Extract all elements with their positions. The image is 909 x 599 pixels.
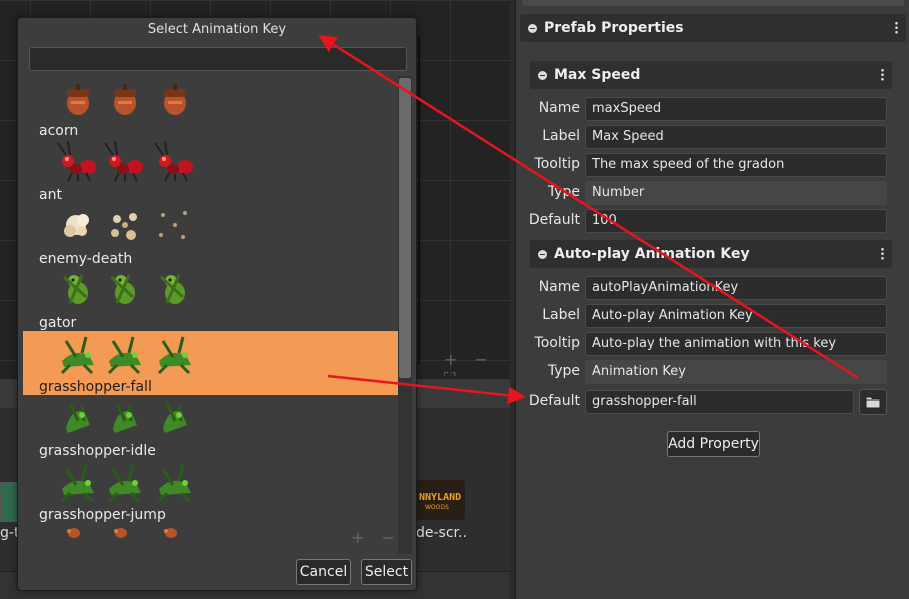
dialog-title: Select Animation Key [147, 22, 287, 37]
field-label: Default [528, 393, 580, 409]
field-label: Name [538, 279, 580, 295]
sprite-frame-icon [153, 331, 197, 375]
sprite-frame-icon [56, 76, 100, 119]
animation-list-item[interactable]: grasshopper-jump [23, 459, 398, 523]
sprite-frame-icon [103, 267, 147, 311]
tooltip-field[interactable]: The max speed of the gradon [585, 153, 887, 177]
sprite-frame-icon [56, 331, 100, 375]
autoplay-header[interactable]: Auto-play Animation Key [530, 240, 892, 268]
sprite-frame-icon [56, 139, 100, 183]
collapse-icon[interactable] [538, 70, 547, 80]
list-scrollbar[interactable] [398, 76, 412, 554]
sprite-frame-icon [56, 395, 100, 439]
section-title: Auto-play Animation Key [554, 246, 750, 262]
max-speed-type-row: Type Number [548, 181, 887, 205]
sprite-frame-icon [103, 203, 147, 247]
field-label: Label [542, 307, 580, 323]
animation-list-item[interactable]: gator [23, 267, 398, 331]
sprite-frame-icon [153, 139, 197, 183]
sprite-frame-icon [103, 76, 147, 119]
animation-filter-input[interactable] [29, 47, 407, 71]
sprite-frame-icon [153, 459, 197, 503]
select-button[interactable]: Select [361, 559, 412, 585]
field-label: Default [528, 212, 580, 228]
collapse-icon[interactable] [528, 23, 537, 33]
inspector-top-strip [522, 0, 904, 6]
prefab-properties-header[interactable]: Prefab Properties [520, 14, 906, 42]
sprite-frame-icon [56, 459, 100, 503]
sprite-frame-icon [153, 523, 197, 554]
collapse-icon[interactable] [538, 249, 547, 259]
kebab-menu-icon[interactable] [895, 21, 898, 34]
asset-thumbnail[interactable] [0, 482, 18, 522]
sprite-frame-icon [103, 395, 147, 439]
default-field[interactable]: grasshopper-fall [585, 390, 854, 414]
max-speed-name-row: Name maxSpeed [539, 97, 887, 121]
max-speed-default-row: Default 100 [529, 209, 887, 233]
cancel-button[interactable]: Cancel [296, 559, 351, 585]
sprite-frame-icon [103, 331, 147, 375]
tooltip-field[interactable]: Auto-play the animation with this key [585, 332, 887, 356]
sprite-frame-icon [153, 203, 197, 247]
asset-label: de-scr.. [416, 525, 467, 541]
label-field[interactable]: Auto-play Animation Key [585, 304, 887, 328]
default-field[interactable]: 100 [585, 209, 887, 233]
name-field[interactable]: autoPlayAnimationKey [585, 276, 887, 300]
name-field[interactable]: maxSpeed [585, 97, 887, 121]
sprite-frame-icon [153, 76, 197, 119]
field-label: Name [538, 100, 580, 116]
animation-list-item[interactable]: acorn [23, 76, 398, 139]
animation-list: acorn ant enemy-death gator grasshopper-fall… [23, 76, 398, 554]
select-animation-dialog: Select Animation Key acorn ant enemy-death… [17, 17, 417, 591]
logo-subtext: WOODS [425, 504, 449, 511]
autoplay-label-row: Label Auto-play Animation Key [542, 304, 887, 328]
autoplay-type-row: Type Animation Key [548, 360, 887, 384]
kebab-menu-icon[interactable] [881, 247, 884, 260]
sprite-frame-icon [56, 203, 100, 247]
field-label: Label [542, 128, 580, 144]
logo-text: NNYLAND [419, 492, 462, 503]
scrollbar-thumb[interactable] [399, 78, 411, 378]
animation-name-label: ant [39, 187, 62, 203]
animation-name-label: grasshopper-fall [39, 379, 152, 395]
field-label: Tooltip [534, 335, 580, 351]
animation-name-label: gator [39, 315, 77, 331]
add-property-button[interactable]: Add Property [667, 431, 760, 457]
browse-animation-button[interactable] [859, 389, 887, 415]
animation-list-item[interactable]: grasshopper-fall [23, 331, 398, 395]
animation-name-label: grasshopper-idle [39, 443, 156, 459]
animation-list-item[interactable]: grasshopper-idle [23, 395, 398, 459]
max-speed-tooltip-row: Tooltip The max speed of the gradon [535, 153, 887, 177]
field-label: Type [547, 184, 580, 200]
animation-list-item[interactable]: enemy-death [23, 203, 398, 267]
field-label: Type [547, 363, 580, 379]
type-field: Number [585, 181, 887, 205]
list-zoom-controls[interactable]: + − [351, 528, 401, 547]
max-speed-header[interactable]: Max Speed [530, 61, 892, 89]
section-title: Max Speed [554, 67, 641, 83]
title-screen-thumbnail[interactable]: NNYLAND WOODS [415, 480, 465, 520]
autoplay-name-row: Name autoPlayAnimationKey [539, 276, 887, 300]
folder-icon [865, 396, 881, 409]
animation-name-label: acorn [39, 123, 79, 139]
max-speed-label-row: Label Max Speed [542, 125, 887, 149]
sprite-frame-icon [56, 523, 100, 554]
type-field: Animation Key [585, 360, 887, 384]
sprite-frame-icon [153, 267, 197, 311]
animation-list-item[interactable]: ant [23, 139, 398, 203]
animation-name-label: enemy-death [39, 251, 133, 267]
animation-list-item[interactable] [23, 523, 398, 554]
autoplay-default-row: Default grasshopper-fall [529, 390, 854, 414]
sprite-frame-icon [103, 459, 147, 503]
sprite-frame-icon [56, 267, 100, 311]
kebab-menu-icon[interactable] [881, 68, 884, 81]
section-title: Prefab Properties [544, 20, 684, 36]
sprite-frame-icon [103, 139, 147, 183]
field-label: Tooltip [534, 156, 580, 172]
autoplay-tooltip-row: Tooltip Auto-play the animation with thi… [535, 332, 887, 356]
animation-name-label: grasshopper-jump [39, 507, 166, 523]
label-field[interactable]: Max Speed [585, 125, 887, 149]
sprite-frame-icon [153, 395, 197, 439]
sprite-frame-icon [103, 523, 147, 554]
